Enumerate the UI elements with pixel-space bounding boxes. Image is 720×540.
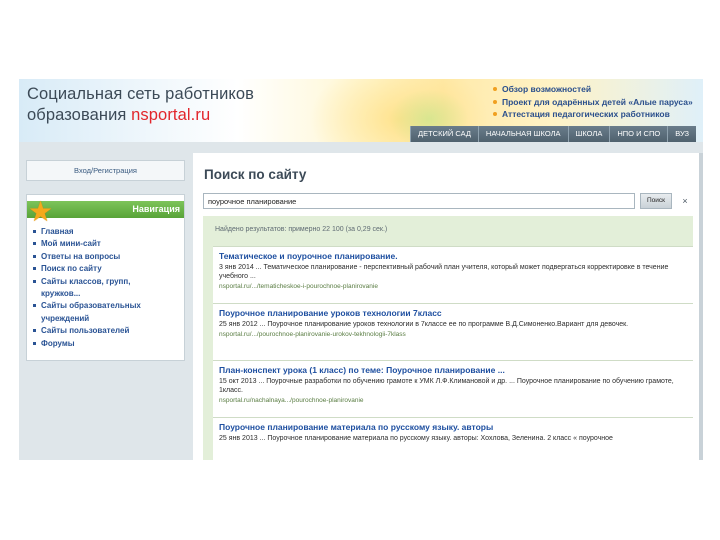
promo-link-attestation[interactable]: Аттестация педагогических работников [493, 108, 693, 121]
page-title: Поиск по сайту [204, 167, 307, 182]
nav-item-class-sites[interactable]: Сайты классов, групп, [33, 276, 181, 288]
bullet-icon [33, 329, 36, 333]
nav-item-institution-sites-cont[interactable]: учреждений [33, 313, 181, 325]
scrollbar-strip[interactable] [699, 153, 703, 460]
login-register-link[interactable]: Вход/Регистрация [26, 160, 185, 181]
search-results: Найдено результатов: примерно 22 100 (за… [203, 216, 693, 460]
main-content: Поиск по сайту Поиск × Найдено результат… [193, 153, 703, 460]
results-count: Найдено результатов: примерно 22 100 (за… [215, 226, 388, 233]
result-url: nsportal.ru/.../pourochnoe-planirovanie-… [219, 331, 406, 338]
screenshot-frame: Социальная сеть работников образования n… [19, 79, 703, 460]
promo-link-label: Проект для одарённых детей «Алые паруса» [502, 96, 693, 107]
logo-brand: nsportal.ru [131, 106, 210, 124]
nav-item-answers[interactable]: Ответы на вопросы [33, 251, 181, 263]
nav-item-label: Ответы на вопросы [41, 251, 121, 261]
site-logo-line1[interactable]: Социальная сеть работников [27, 85, 254, 104]
site-logo-line2[interactable]: образования nsportal.ru [27, 106, 210, 125]
result-snippet: 25 янв 2013 ... Поурочное планирование м… [219, 435, 613, 442]
nav-item-site-search[interactable]: Поиск по сайту [33, 263, 181, 275]
tab-school[interactable]: ШКОЛА [567, 126, 610, 142]
promo-link-project[interactable]: Проект для одарённых детей «Алые паруса» [493, 96, 693, 109]
nav-item-my-site[interactable]: Мой мини-сайт [33, 238, 181, 250]
nav-item-class-sites-cont[interactable]: кружков... [33, 288, 181, 300]
tab-kindergarten[interactable]: ДЕТСКИЙ САД [410, 126, 478, 142]
navigation-panel: ★ Навигация Главная Мой мини-сайт Ответы… [26, 194, 185, 361]
close-icon[interactable]: × [679, 193, 691, 209]
search-input[interactable] [203, 193, 635, 209]
promo-link-overview[interactable]: Обзор возможностей [493, 83, 693, 96]
nav-item-institution-sites[interactable]: Сайты образовательных [33, 300, 181, 312]
nav-item-label: учреждений [41, 313, 90, 323]
result-item: Поурочное планирование уроков технологии… [213, 303, 693, 360]
result-item: Поурочное планирование материала по русс… [213, 417, 693, 460]
result-title-link[interactable]: Тематическое и поурочное планирование. [219, 251, 687, 262]
tab-university[interactable]: ВУЗ [667, 126, 697, 142]
nav-item-label: Сайты образовательных [41, 301, 141, 311]
bullet-icon [33, 341, 36, 345]
result-item: Тематическое и поурочное планирование. 3… [213, 246, 693, 303]
result-title-link[interactable]: Поурочное планирование уроков технологии… [219, 308, 687, 319]
nav-item-label: Мой мини-сайт [41, 239, 101, 249]
star-icon: ★ [28, 196, 54, 227]
bullet-icon [33, 230, 36, 233]
logo-brand-name: nsportal [131, 106, 191, 124]
navigation-list: Главная Мой мини-сайт Ответы на вопросы … [33, 226, 181, 350]
site-header: Социальная сеть работников образования n… [19, 79, 703, 142]
bullet-icon [33, 304, 36, 308]
tab-npo-spo[interactable]: НПО И СПО [609, 126, 668, 142]
navigation-header: ★ Навигация [27, 198, 184, 226]
tab-primary-school[interactable]: НАЧАЛЬНАЯ ШКОЛА [477, 126, 568, 142]
bullet-icon [33, 242, 36, 246]
bullet-icon [33, 267, 36, 271]
result-item: План-конспект урока (1 класс) по теме: П… [213, 360, 693, 417]
bullet-icon [33, 254, 36, 258]
top-nav-tabs: ДЕТСКИЙ САД НАЧАЛЬНАЯ ШКОЛА ШКОЛА НПО И … [410, 126, 697, 142]
nav-item-label: кружков... [41, 289, 81, 299]
result-snippet: 25 янв 2012 ... Поурочное планирование у… [219, 321, 629, 328]
bullet-icon [493, 99, 497, 104]
nav-item-user-sites[interactable]: Сайты пользователей [33, 325, 181, 337]
result-url: nsportal.ru/.../tematicheskoe-i-pourochn… [219, 283, 378, 290]
result-title-link[interactable]: Поурочное планирование материала по русс… [219, 422, 687, 433]
navigation-title: Навигация [132, 204, 180, 214]
result-title-link[interactable]: План-конспект урока (1 класс) по теме: П… [219, 365, 687, 376]
result-url: nsportal.ru/nachalnaya.../pourochnoe-pla… [219, 397, 364, 404]
nav-item-label: Главная [41, 227, 74, 236]
promo-links: Обзор возможностей Проект для одарённых … [493, 83, 693, 121]
result-snippet: 15 окт 2013 ... Поурочные разработки по … [219, 378, 674, 394]
bullet-icon [493, 112, 497, 116]
promo-link-label: Аттестация педагогических работников [502, 109, 670, 119]
search-button[interactable]: Поиск [640, 193, 672, 209]
nav-item-label: Форумы [41, 338, 75, 348]
result-snippet: 3 янв 2014 ... Тематическое планирование… [219, 264, 669, 280]
results-list: Тематическое и поурочное планирование. 3… [213, 246, 693, 460]
logo-brand-tld: .ru [190, 106, 211, 124]
logo-prefix: образования [27, 106, 132, 124]
nav-item-forums[interactable]: Форумы [33, 338, 181, 350]
bullet-icon [493, 87, 497, 91]
nav-item-label: Поиск по сайту [41, 264, 102, 274]
nav-item-label: Сайты пользователей [41, 326, 130, 336]
promo-link-label: Обзор возможностей [502, 84, 592, 94]
nav-item-label: Сайты классов, групп, [41, 276, 131, 286]
bullet-icon [33, 279, 36, 283]
nav-item-home[interactable]: Главная [33, 226, 181, 238]
